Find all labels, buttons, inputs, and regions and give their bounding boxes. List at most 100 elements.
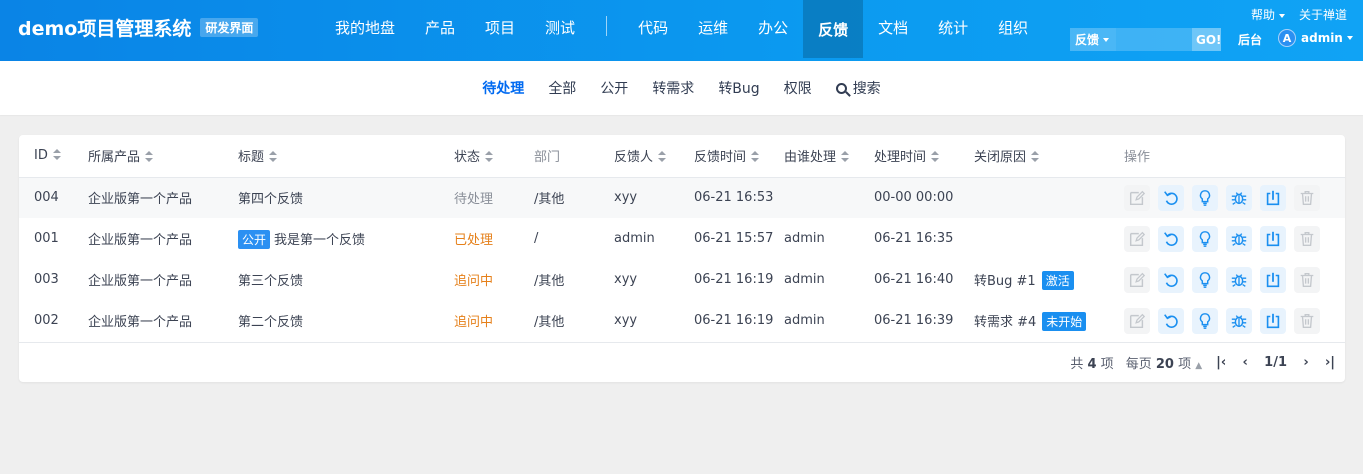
title-link[interactable]: 第四个反馈 — [238, 192, 303, 207]
user-menu[interactable]: A admin — [1278, 29, 1353, 47]
cell-time: 06-21 15:57 — [679, 218, 773, 259]
search-go-button[interactable]: GO! — [1192, 28, 1222, 51]
trash-icon[interactable] — [1294, 184, 1320, 211]
nav-item-office[interactable]: 办公 — [743, 0, 803, 54]
nav-item-test[interactable]: 测试 — [530, 0, 590, 54]
bug-icon[interactable] — [1226, 225, 1252, 252]
col-handled-time[interactable]: 处理时间 — [859, 135, 959, 178]
title-link[interactable]: 我是第一个反馈 — [274, 233, 365, 248]
undo-icon[interactable] — [1158, 184, 1184, 211]
cell-title[interactable]: 第三个反馈 — [223, 259, 439, 300]
close-reason-text[interactable]: 转需求 #4 — [974, 315, 1036, 330]
feedback-table-card: ID 所属产品 标题 状态 部门 反馈人 反馈时间 由谁处理 处理时间 关闭原因… — [19, 135, 1345, 382]
trash-icon[interactable] — [1294, 307, 1320, 334]
table-row[interactable]: 003 企业版第一个产品 第三个反馈 追问中/其他 xyy 06-21 16:19 admi… — [19, 259, 1345, 300]
export-icon[interactable] — [1260, 307, 1286, 334]
col-reporter[interactable]: 反馈人 — [599, 135, 679, 178]
tab-to-story[interactable]: 转需求 — [640, 78, 706, 98]
per-page-suffix: 项 — [1178, 357, 1192, 372]
tab-to-bug[interactable]: 转Bug — [706, 78, 771, 98]
trash-icon[interactable] — [1294, 225, 1320, 252]
cell-handler-text: admin — [784, 313, 825, 328]
brand[interactable]: demo项目管理系统 研发界面 — [18, 14, 259, 41]
col-id[interactable]: ID — [19, 135, 73, 178]
caret-up-icon: ▲ — [1195, 361, 1203, 371]
cell-handler-text: admin — [784, 231, 825, 246]
undo-icon[interactable] — [1158, 266, 1184, 293]
col-product[interactable]: 所属产品 — [73, 135, 223, 178]
cell-reporter: xyy — [599, 177, 679, 218]
col-status[interactable]: 状态 — [439, 135, 519, 178]
nav-item-my[interactable]: 我的地盘 — [320, 0, 410, 54]
lightbulb-icon[interactable] — [1192, 184, 1218, 211]
cell-handled_time: 00-00 00:00 — [859, 177, 959, 218]
nav-item-doc[interactable]: 文档 — [863, 0, 923, 54]
search-input[interactable] — [1116, 28, 1192, 51]
cell-handler: admin — [769, 259, 859, 300]
col-label: 反馈人 — [614, 150, 654, 166]
col-close-reason[interactable]: 关闭原因 — [959, 135, 1109, 178]
edit-icon[interactable] — [1124, 225, 1150, 252]
col-handler[interactable]: 由谁处理 — [769, 135, 859, 178]
export-icon[interactable] — [1260, 184, 1286, 211]
title-link[interactable]: 第三个反馈 — [238, 274, 303, 289]
bug-icon[interactable] — [1226, 184, 1252, 211]
nav-item-feedback[interactable]: 反馈 — [803, 0, 864, 58]
cell-handler-text: admin — [784, 272, 825, 287]
help-menu[interactable]: 帮助 — [1251, 6, 1285, 23]
total-count: 共 4 项 — [1070, 353, 1113, 372]
lightbulb-icon[interactable] — [1192, 307, 1218, 334]
cell-reporter-text: admin — [614, 231, 655, 246]
nav-item-stats[interactable]: 统计 — [923, 0, 983, 54]
nav-item-ops[interactable]: 运维 — [683, 0, 743, 54]
last-page-icon[interactable]: ›| — [1325, 355, 1335, 370]
cell-id-text: 004 — [34, 190, 59, 206]
cell-title[interactable]: 第二个反馈 — [223, 300, 439, 341]
search-toggle[interactable]: 搜索 — [824, 78, 893, 98]
lightbulb-icon[interactable] — [1192, 225, 1218, 252]
nav-item-org[interactable]: 组织 — [983, 0, 1043, 54]
col-time[interactable]: 反馈时间 — [679, 135, 769, 178]
admin-link[interactable]: 后台 — [1238, 31, 1262, 48]
lightbulb-icon[interactable] — [1192, 266, 1218, 293]
brand-tag[interactable]: 研发界面 — [200, 18, 259, 37]
next-page-icon[interactable]: › — [1301, 355, 1311, 370]
edit-icon[interactable] — [1124, 184, 1150, 211]
undo-icon[interactable] — [1158, 225, 1184, 252]
table-row[interactable]: 001 企业版第一个产品 公开 我是第一个反馈 已处理 / admin 06-21 15:57… — [19, 218, 1345, 259]
first-page-icon[interactable]: |‹ — [1216, 355, 1226, 370]
status-text: 待处理 — [454, 192, 494, 208]
table-row[interactable]: 002 企业版第一个产品 第二个反馈 追问中/其他 xyy 06-21 16:19 admi… — [19, 300, 1345, 341]
export-icon[interactable] — [1260, 225, 1286, 252]
col-label: 状态 — [454, 150, 481, 166]
about-link[interactable]: 关于禅道 — [1299, 6, 1347, 23]
search-type-select[interactable]: 反馈 — [1070, 28, 1116, 51]
cell-status: 追问中 — [439, 259, 519, 300]
col-label: 所属产品 — [88, 150, 141, 166]
cell-handler: admin — [769, 300, 859, 341]
cell-product: 企业版第一个产品 — [73, 177, 223, 218]
export-icon[interactable] — [1260, 266, 1286, 293]
table-row[interactable]: 004 企业版第一个产品 第四个反馈 待处理/其他 xyy 06-21 16:53 00-0… — [19, 177, 1345, 218]
cell-title[interactable]: 公开 我是第一个反馈 — [223, 218, 439, 259]
nav-item-code[interactable]: 代码 — [623, 0, 683, 54]
per-page-select[interactable]: 每页 20 项 ▲ — [1126, 353, 1202, 372]
tab-pending[interactable]: 待处理 — [470, 78, 536, 98]
close-reason-text[interactable]: 转Bug #1 — [974, 274, 1036, 289]
tab-permission[interactable]: 权限 — [772, 78, 824, 98]
undo-icon[interactable] — [1158, 307, 1184, 334]
bug-icon[interactable] — [1226, 307, 1252, 334]
nav-item-project[interactable]: 项目 — [470, 0, 530, 54]
col-title[interactable]: 标题 — [223, 135, 439, 178]
edit-icon[interactable] — [1124, 266, 1150, 293]
cell-time-text: 06-21 16:19 — [694, 313, 774, 328]
prev-page-icon[interactable]: ‹ — [1240, 355, 1250, 370]
nav-item-product[interactable]: 产品 — [410, 0, 470, 54]
tab-public[interactable]: 公开 — [588, 78, 640, 98]
cell-title[interactable]: 第四个反馈 — [223, 177, 439, 218]
edit-icon[interactable] — [1124, 307, 1150, 334]
bug-icon[interactable] — [1226, 266, 1252, 293]
trash-icon[interactable] — [1294, 266, 1320, 293]
title-link[interactable]: 第二个反馈 — [238, 315, 303, 330]
tab-all[interactable]: 全部 — [536, 78, 588, 98]
